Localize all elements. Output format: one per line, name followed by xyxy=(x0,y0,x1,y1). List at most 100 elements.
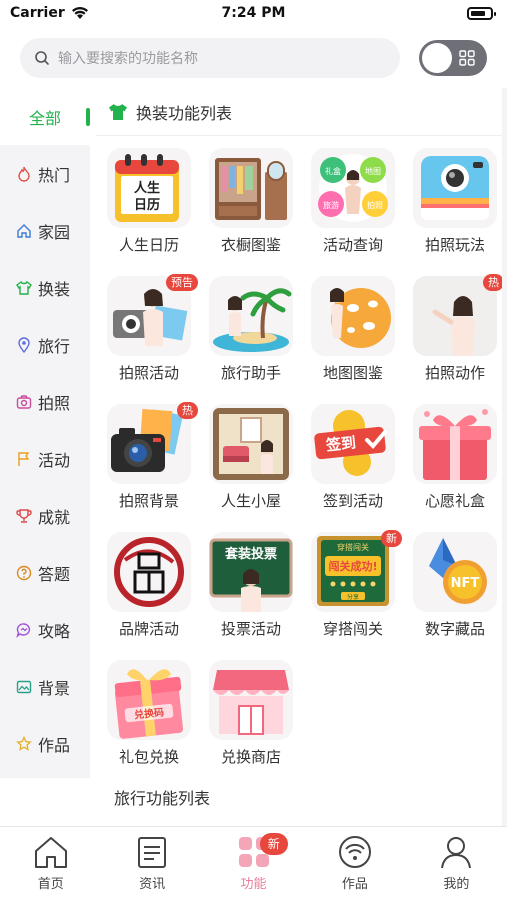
search-header: 输入要搜索的功能名称 xyxy=(0,30,507,88)
sidebar-item-label: 旅行 xyxy=(38,336,71,356)
section-title: 换装功能列表 xyxy=(136,103,233,123)
svg-text:闯关成功!: 闯关成功! xyxy=(328,559,377,573)
feature-photo-activity[interactable]: 预告 拍照活动 xyxy=(98,274,200,390)
tab-news[interactable]: 资讯 xyxy=(101,827,202,900)
new-badge: 新 xyxy=(259,833,288,855)
sidebar-item-all[interactable]: 全部 xyxy=(0,88,90,145)
feature-brand-activity[interactable]: 品牌活动 xyxy=(98,532,200,646)
hot-badge: 热 xyxy=(483,274,502,291)
sidebar-item-home[interactable]: 家园 xyxy=(0,202,90,259)
tab-works[interactable]: 作品 xyxy=(304,827,405,900)
calendar-text-2: 日历 xyxy=(134,198,160,213)
picture-icon xyxy=(16,680,32,693)
hot-badge: 热 xyxy=(177,402,198,419)
view-toggle[interactable] xyxy=(419,40,487,76)
tab-features[interactable]: 新 功能 xyxy=(203,827,304,900)
svg-text:礼盒: 礼盒 xyxy=(325,166,341,176)
status-bar: Carrier 7:24 PM xyxy=(0,0,507,30)
sidebar-item-travel[interactable]: 旅行 xyxy=(0,316,90,373)
sidebar-item-activity[interactable]: 活动 xyxy=(0,430,90,487)
feature-label: 拍照活动 xyxy=(118,364,179,382)
sidebar-item-label: 活动 xyxy=(38,450,71,470)
feature-map-guide[interactable]: 地图图鉴 xyxy=(302,276,404,390)
feature-vote-activity[interactable]: 套装投票 投票活动 xyxy=(200,532,302,646)
feature-travel-assistant[interactable]: 旅行助手 xyxy=(200,276,302,390)
feature-wardrobe[interactable]: 衣橱图鉴 xyxy=(200,148,302,262)
sidebar-item-achievement[interactable]: 成就 xyxy=(0,487,90,544)
feature-gift-redeem[interactable]: 兑换码 礼包兑换 xyxy=(98,660,200,774)
sidebar-item-photo[interactable]: 拍照 xyxy=(0,373,90,430)
sidebar-item-label: 拍照 xyxy=(38,393,71,413)
content-edge xyxy=(502,88,507,826)
works-tab-icon xyxy=(338,836,371,868)
star-icon xyxy=(16,735,32,751)
feature-photo-pose[interactable]: 热 拍照动作 xyxy=(404,274,502,390)
svg-text:签到: 签到 xyxy=(324,433,357,454)
sidebar-item-quiz[interactable]: 答题 xyxy=(0,544,90,601)
calendar-text-1: 人生 xyxy=(134,180,160,196)
clock: 7:24 PM xyxy=(221,5,286,21)
feature-label: 心愿礼盒 xyxy=(424,492,485,510)
search-input[interactable]: 输入要搜索的功能名称 xyxy=(20,38,400,78)
trophy-icon xyxy=(16,508,32,523)
tab-label: 资讯 xyxy=(139,877,166,892)
sidebar-item-guide[interactable]: 攻略 xyxy=(0,601,90,658)
feature-label: 地图图鉴 xyxy=(322,364,383,382)
feature-outfit-challenge[interactable]: 新 穿搭闯关 闯关成功! 分享 穿搭闯关 xyxy=(302,530,404,646)
feature-life-calendar[interactable]: 人生 日历 人生日历 xyxy=(98,148,200,262)
sidebar-item-label: 答题 xyxy=(38,564,71,584)
flag-icon xyxy=(18,451,30,466)
feature-photo-background[interactable]: 热 拍照背景 xyxy=(98,402,200,518)
sidebar-item-works[interactable]: 作品 xyxy=(0,715,90,772)
sidebar-item-dressup[interactable]: 换装 xyxy=(0,259,90,316)
vote-board-icon: 套装投票 xyxy=(209,532,293,612)
map-globe-icon xyxy=(311,276,395,356)
feature-label: 衣橱图鉴 xyxy=(220,236,281,254)
sidebar-item-label: 攻略 xyxy=(38,621,71,641)
tab-home[interactable]: 首页 xyxy=(0,827,101,900)
section-header: 换装功能列表 xyxy=(96,88,502,136)
svg-text:旅游: 旅游 xyxy=(323,200,339,210)
feature-sign-in[interactable]: 签到 签到活动 xyxy=(302,404,404,518)
feature-redeem-shop[interactable]: 兑换商店 xyxy=(200,660,302,774)
new-badge: 新 xyxy=(381,530,402,547)
svg-text:拍照: 拍照 xyxy=(367,200,383,210)
calendar-icon: 人生 日历 xyxy=(107,148,191,228)
feature-life-house[interactable]: 人生小屋 xyxy=(200,404,302,518)
location-icon xyxy=(18,336,30,353)
svg-text:地图: 地图 xyxy=(365,166,381,176)
nft-icon: NFT xyxy=(413,532,497,612)
feature-digital-collection[interactable]: NFT 数字藏品 xyxy=(404,532,502,646)
feature-label: 数字藏品 xyxy=(424,620,485,638)
wardrobe-icon xyxy=(209,148,293,228)
svg-text:套装投票: 套装投票 xyxy=(224,546,277,562)
feature-photo-gameplay[interactable]: 拍照玩法 xyxy=(404,148,502,262)
sidebar-item-hot[interactable]: 热门 xyxy=(0,145,90,202)
shop-icon xyxy=(209,660,293,740)
question-icon xyxy=(16,565,32,580)
tab-label: 我的 xyxy=(443,877,470,892)
search-placeholder: 输入要搜索的功能名称 xyxy=(58,51,198,67)
palm-tree-icon xyxy=(209,276,293,356)
gift-box-icon xyxy=(413,404,497,484)
shirt-icon xyxy=(16,280,32,295)
news-tab-icon xyxy=(138,837,167,868)
svg-text:分享: 分享 xyxy=(347,593,359,601)
sidebar-item-label: 作品 xyxy=(38,735,71,755)
search-icon xyxy=(35,51,49,65)
feature-wish-gift[interactable]: 心愿礼盒 xyxy=(404,404,502,518)
grid-icon xyxy=(459,50,475,66)
feature-label: 兑换商店 xyxy=(220,748,281,766)
tab-profile[interactable]: 我的 xyxy=(406,827,507,900)
sidebar-item-background[interactable]: 背景 xyxy=(0,658,90,715)
feature-label: 礼包兑换 xyxy=(118,748,179,766)
feature-label: 拍照玩法 xyxy=(424,236,485,254)
sidebar-item-label: 成就 xyxy=(38,507,71,527)
tab-label: 作品 xyxy=(341,877,368,892)
flame-icon xyxy=(18,166,30,182)
feature-activity-query[interactable]: 礼盒 地图 旅游 拍照 活动查询 xyxy=(302,148,404,262)
svg-text:穿搭闯关: 穿搭闯关 xyxy=(337,542,369,552)
feature-label: 活动查询 xyxy=(322,236,383,254)
travel-section-title: 旅行功能列表 xyxy=(114,789,211,808)
feature-label: 投票活动 xyxy=(220,620,281,638)
